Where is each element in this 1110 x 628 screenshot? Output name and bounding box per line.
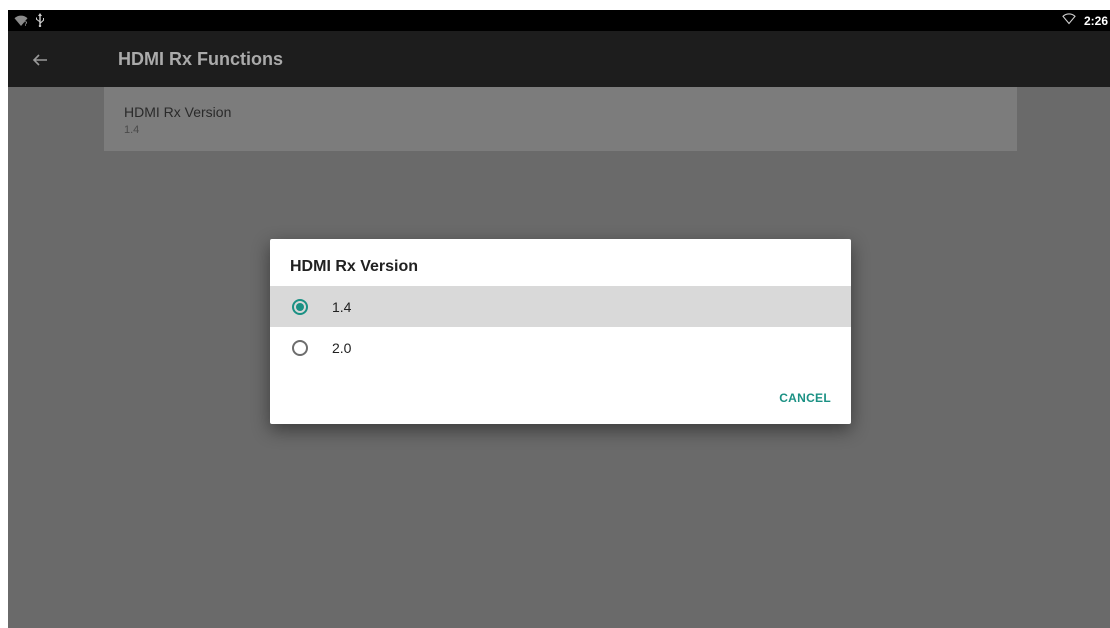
arrow-back-icon[interactable] (28, 48, 52, 72)
cancel-button[interactable]: CANCEL (779, 391, 831, 405)
wifi-outline-icon (1062, 12, 1076, 30)
wifi-question-icon: ? (14, 14, 28, 32)
preference-summary: 1.4 (124, 124, 140, 136)
option-2-0[interactable]: 2.0 (270, 327, 851, 368)
page-title: HDMI Rx Functions (118, 49, 283, 69)
svg-text:?: ? (24, 21, 27, 27)
screen: ? 2:26 HDMI Rx Functions HDMI Rx Version… (8, 10, 1110, 628)
option-label: 1.4 (332, 298, 352, 315)
status-bar: ? 2:26 (8, 10, 1110, 31)
status-clock: 2:26 (1083, 13, 1108, 28)
preference-title: HDMI Rx Version (124, 104, 232, 120)
hdmi-rx-version-dialog: HDMI Rx Version 1.4 2.0 CANCEL (270, 239, 851, 424)
status-right-icons: 2:26 (1062, 10, 1110, 31)
status-left-icons: ? (14, 13, 45, 32)
app-bar: HDMI Rx Functions (8, 31, 1110, 87)
radio-unselected-icon[interactable] (292, 339, 308, 356)
dialog-title: HDMI Rx Version (290, 258, 419, 275)
usb-icon (35, 13, 45, 32)
preference-hdmi-rx-version[interactable]: HDMI Rx Version 1.4 (104, 87, 1017, 151)
radio-selected-icon[interactable] (292, 298, 308, 315)
option-1-4[interactable]: 1.4 (270, 286, 851, 327)
option-label: 2.0 (332, 339, 352, 356)
